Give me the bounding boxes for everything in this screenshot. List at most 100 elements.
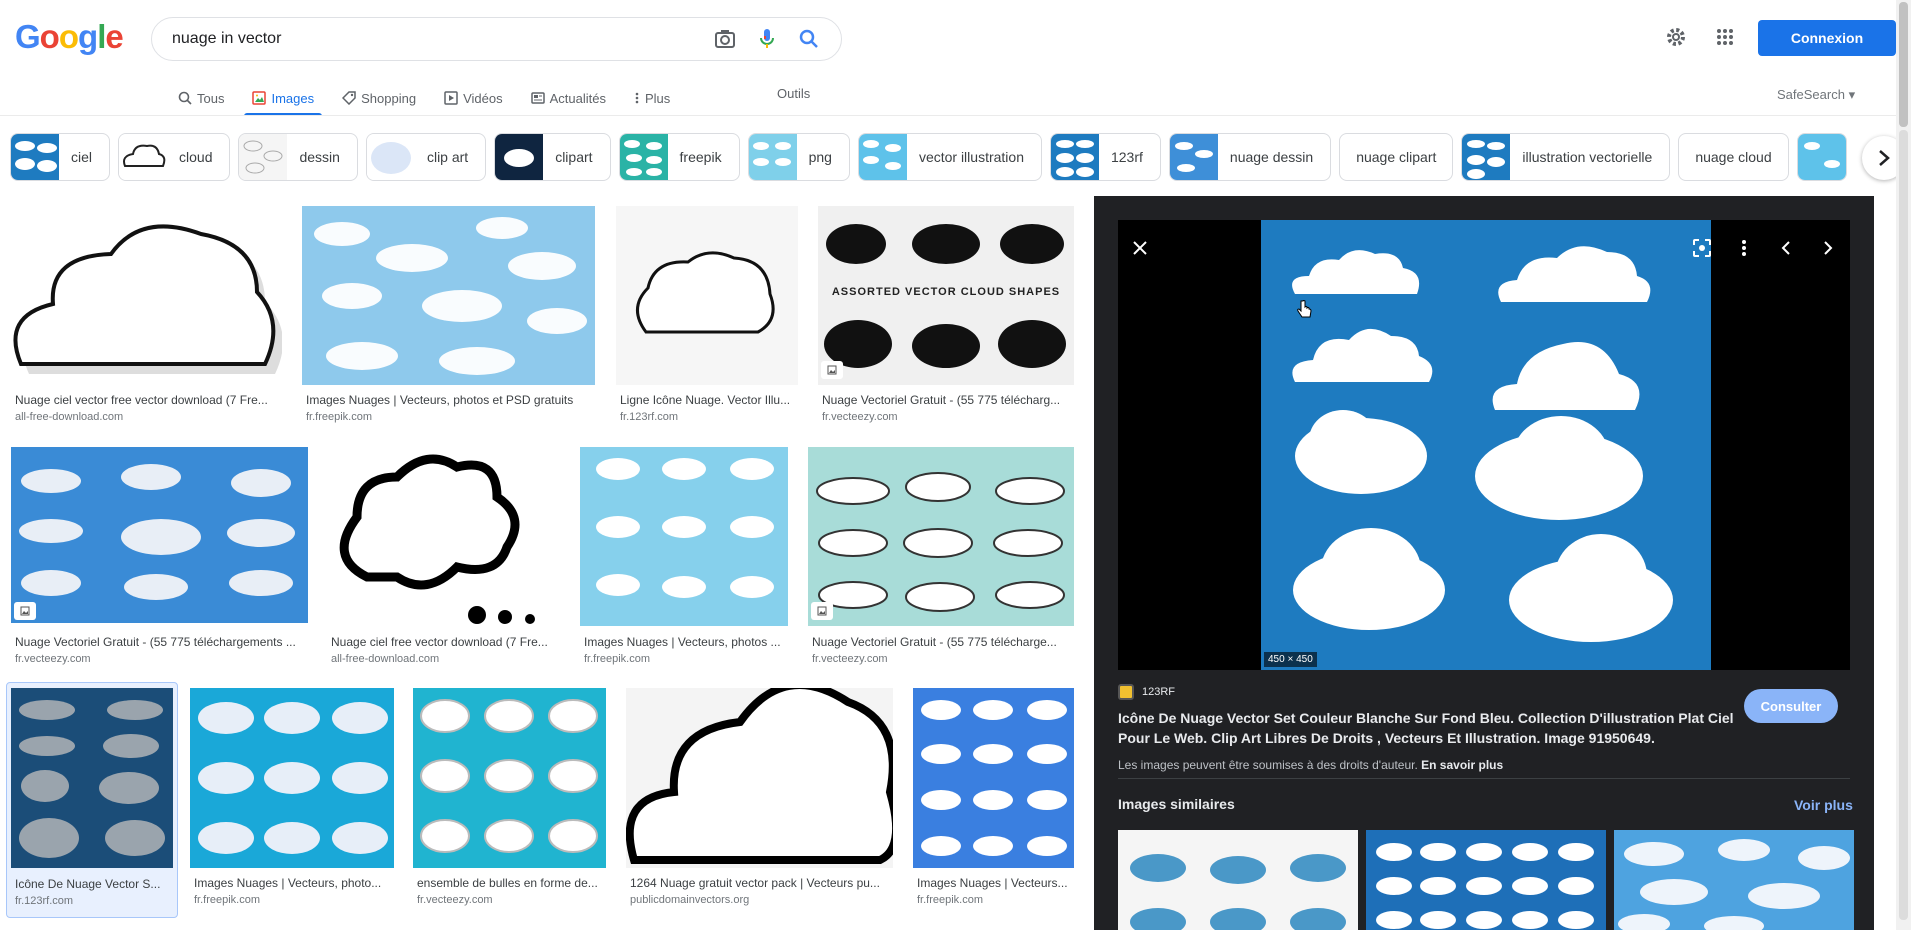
tab-shopping[interactable]: Shopping <box>334 80 424 116</box>
chip-clip-art[interactable]: clip art <box>365 133 487 181</box>
chip-png[interactable]: png <box>747 133 850 181</box>
tab-news[interactable]: Actualités <box>523 80 614 116</box>
tab-videos[interactable]: Vidéos <box>436 80 511 116</box>
chip-ciel[interactable]: ciel <box>10 133 111 181</box>
chip-nuage-dessin[interactable]: nuage dessin <box>1168 133 1332 181</box>
learn-more-link[interactable]: En savoir plus <box>1421 758 1503 772</box>
result-caption[interactable]: Images Nuages | Vecteurs, photos et PSD … <box>306 393 596 407</box>
result-source: all-free-download.com <box>15 411 124 423</box>
rights-text: Les images peuvent être soumises à des d… <box>1118 758 1418 772</box>
news-icon <box>530 92 545 104</box>
search-input[interactable]: nuage in vector <box>172 30 697 48</box>
visit-button[interactable]: Consulter <box>1744 689 1838 723</box>
result-source: fr.vecteezy.com <box>812 653 888 665</box>
logo-letter: o <box>58 18 79 55</box>
tools-button[interactable]: Outils <box>777 86 810 101</box>
tab-all[interactable]: Tous <box>170 80 232 116</box>
similar-image[interactable] <box>1118 830 1358 930</box>
lens-icon <box>1693 239 1711 257</box>
chip-vector-illustration[interactable]: vector illustration <box>857 133 1042 181</box>
chip-thumbnail <box>748 134 797 180</box>
more-options-button[interactable] <box>1728 232 1760 264</box>
image-result[interactable]: ensemble de bulles en forme de... fr.vec… <box>413 688 606 910</box>
image-result-selected[interactable]: Icône De Nuage Vector S... fr.123rf.com <box>6 682 178 918</box>
microphone-icon[interactable] <box>753 25 781 53</box>
chip-freepik[interactable]: freepik <box>618 133 740 181</box>
image-badge-icon <box>821 361 843 379</box>
camera-icon[interactable] <box>711 25 739 53</box>
image-result[interactable]: Nuage ciel free vector download (7 Fre..… <box>327 447 560 669</box>
chip-nuage-cloud[interactable]: nuage cloud <box>1678 133 1789 181</box>
header-divider <box>0 115 1896 116</box>
result-caption[interactable]: ensemble de bulles en forme de... <box>417 876 607 890</box>
result-caption[interactable]: Images Nuages | Vecteurs, photos ... <box>584 635 789 649</box>
search-icon[interactable] <box>795 25 823 53</box>
result-caption[interactable]: Nuage Vectoriel Gratuit - (55 775 téléch… <box>15 635 308 649</box>
image-result[interactable]: ASSORTED VECTOR CLOUD SHAPES Nuage Vecto… <box>818 206 1074 428</box>
safesearch-label: SafeSearch <box>1777 87 1845 102</box>
result-source: fr.freepik.com <box>194 894 261 906</box>
chip-clipart[interactable]: clipart <box>494 133 611 181</box>
image-result[interactable]: Images Nuages | Vecteurs, photo... fr.fr… <box>190 688 394 910</box>
scrollbar-thumb[interactable] <box>1899 2 1908 127</box>
overlay-text: ASSORTED VECTOR CLOUD SHAPES <box>832 286 1060 298</box>
preview-image[interactable] <box>1261 220 1711 670</box>
logo-letter: G <box>15 18 41 55</box>
signin-button[interactable]: Connexion <box>1758 20 1896 56</box>
chip-thumbnail <box>239 134 288 180</box>
tab-label: Tous <box>197 90 225 106</box>
search-box[interactable]: nuage in vector <box>151 17 842 61</box>
copyright-notice: Les images peuvent être soumises à des d… <box>1118 758 1503 772</box>
apps-grid-icon[interactable] <box>1711 23 1739 51</box>
chip-123rf[interactable]: 123rf <box>1049 133 1161 181</box>
previous-image-button[interactable] <box>1770 232 1802 264</box>
close-preview-button[interactable] <box>1124 232 1156 264</box>
result-caption[interactable]: 1264 Nuage gratuit vector pack | Vecteur… <box>630 876 893 890</box>
chip-illustration-vectorielle[interactable]: illustration vectorielle <box>1461 133 1671 181</box>
result-caption[interactable]: Nuage Vectoriel Gratuit - (55 775 téléch… <box>822 393 1072 407</box>
google-logo[interactable]: Google <box>15 18 124 56</box>
chip-thumbnail <box>119 134 168 180</box>
tab-more[interactable]: Plus <box>626 80 678 116</box>
result-caption[interactable]: Images Nuages | Vecteurs, photo... <box>194 876 394 890</box>
chip-partial[interactable] <box>1796 133 1847 181</box>
image-result[interactable]: Nuage Vectoriel Gratuit - (55 775 téléch… <box>11 447 308 669</box>
image-result[interactable]: Nuage ciel vector free vector download (… <box>11 206 282 428</box>
chip-nuage-clipart[interactable]: nuage clipart <box>1339 133 1454 181</box>
preview-title[interactable]: Icône De Nuage Vector Set Couleur Blanch… <box>1118 708 1738 748</box>
image-result[interactable]: Images Nuages | Vecteurs, photos et PSD … <box>302 206 595 428</box>
site-favicon-icon <box>1118 684 1134 700</box>
image-result[interactable]: Ligne Icône Nuage. Vector Illu... fr.123… <box>616 206 798 428</box>
result-caption[interactable]: Images Nuages | Vecteurs... <box>917 876 1075 890</box>
similar-image[interactable] <box>1614 830 1854 930</box>
chip-dessin[interactable]: dessin <box>238 133 358 181</box>
result-caption[interactable]: Icône De Nuage Vector S... <box>15 877 175 891</box>
result-caption[interactable]: Nuage Vectoriel Gratuit - (55 775 téléch… <box>812 635 1074 649</box>
chip-label: vector illustration <box>918 149 1024 165</box>
image-result[interactable]: Images Nuages | Vecteurs... fr.freepik.c… <box>913 688 1074 910</box>
result-source: fr.123rf.com <box>15 895 74 907</box>
result-caption[interactable]: Nuage ciel vector free vector download (… <box>15 393 280 407</box>
page-scrollbar[interactable] <box>1896 0 1911 930</box>
result-caption[interactable]: Ligne Icône Nuage. Vector Illu... <box>620 393 798 407</box>
preview-site[interactable]: 123RF <box>1118 684 1175 700</box>
chip-cloud[interactable]: cloud <box>118 133 231 181</box>
tab-images[interactable]: Images <box>244 80 322 116</box>
chevron-left-icon <box>1781 241 1790 255</box>
lens-search-button[interactable] <box>1686 232 1718 264</box>
image-result[interactable]: Images Nuages | Vecteurs, photos ... fr.… <box>580 447 788 669</box>
image-result[interactable]: 1264 Nuage gratuit vector pack | Vecteur… <box>626 688 893 910</box>
image-result[interactable]: Nuage Vectoriel Gratuit - (55 775 téléch… <box>808 447 1074 669</box>
result-caption[interactable]: Nuage ciel free vector download (7 Fre..… <box>331 635 561 649</box>
related-chips: ciel cloud dessin clip art clipart freep… <box>10 133 1862 181</box>
search-tabs: Tous Images Shopping Vidéos Actualités P… <box>170 80 690 116</box>
see-more-link[interactable]: Voir plus <box>1794 797 1853 813</box>
chip-thumbnail <box>619 134 668 180</box>
settings-gear-icon[interactable] <box>1662 23 1690 51</box>
next-image-button[interactable] <box>1812 232 1844 264</box>
safesearch-menu[interactable]: SafeSearch ▾ <box>1777 87 1855 103</box>
chip-label: clip art <box>426 149 469 165</box>
logo-letter: l <box>97 18 106 55</box>
result-source: fr.freepik.com <box>306 411 373 423</box>
similar-image[interactable] <box>1366 830 1606 930</box>
